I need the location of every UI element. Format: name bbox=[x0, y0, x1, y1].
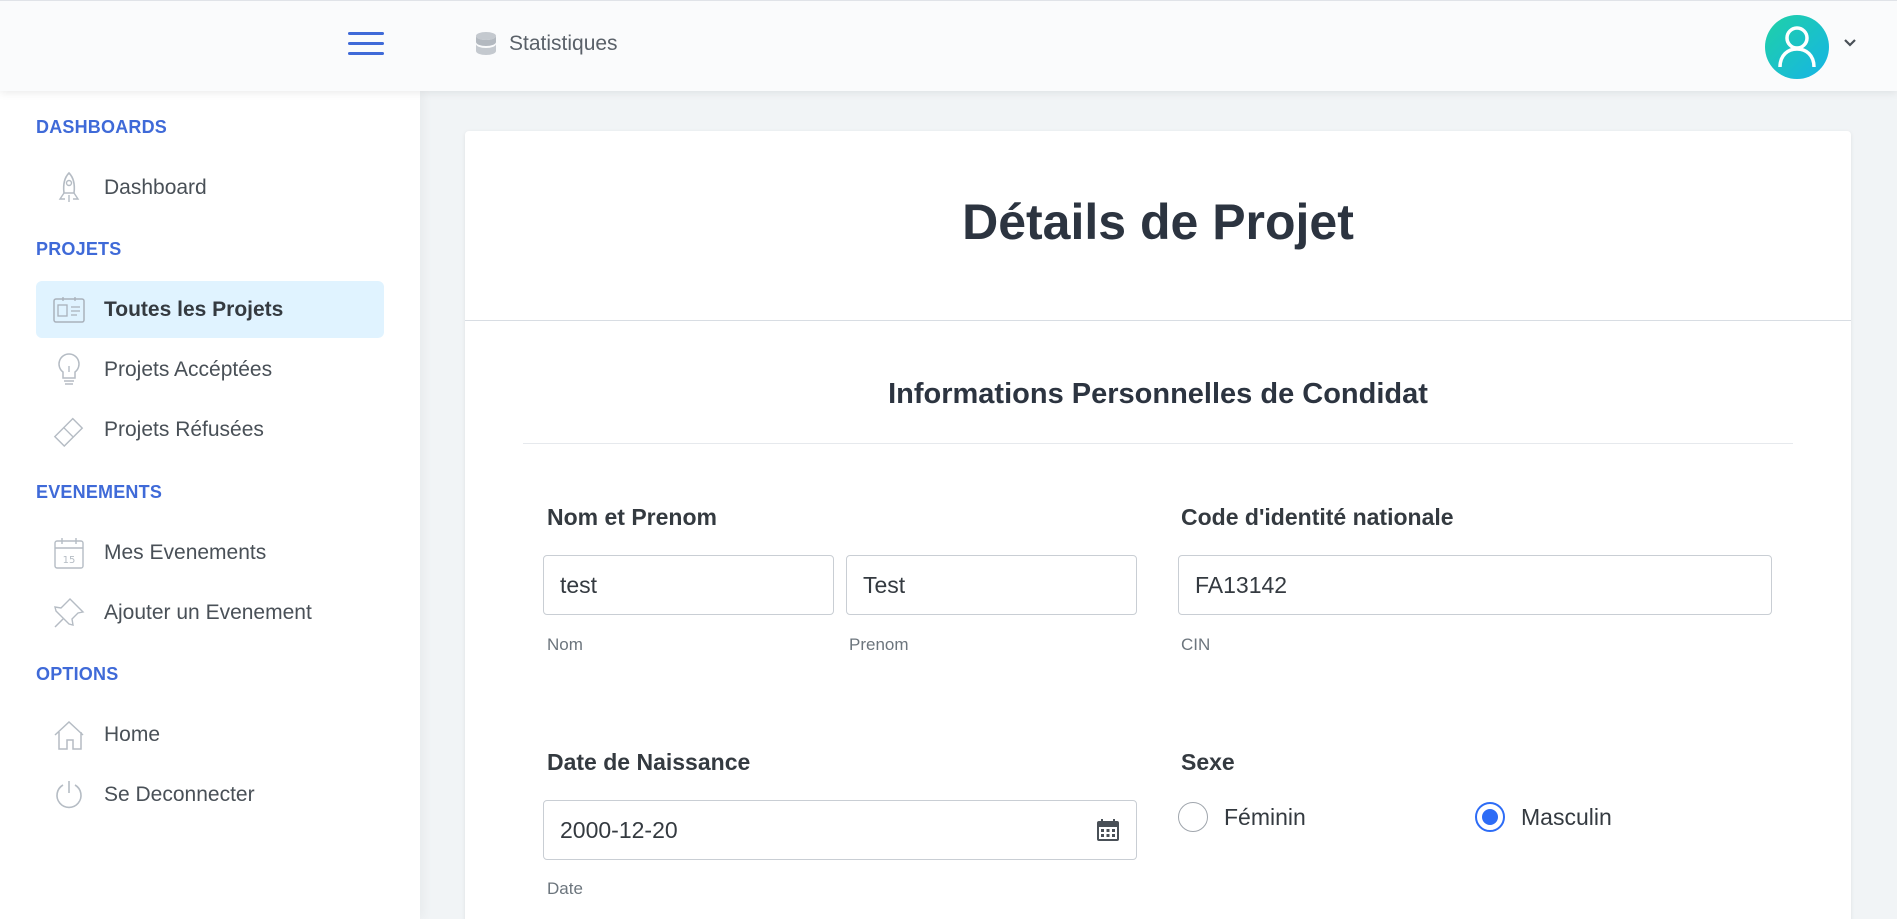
sidebar-section-projets: PROJETS bbox=[36, 239, 122, 259]
sidebar-item-home[interactable]: Home bbox=[36, 706, 384, 763]
rocket-icon bbox=[52, 171, 86, 205]
sidebar-item-label: Projets Réfusées bbox=[104, 417, 264, 441]
radio-masculin-circle[interactable] bbox=[1475, 802, 1505, 832]
radio-masculin[interactable]: Masculin bbox=[1475, 802, 1612, 832]
sidebar-section-options: OPTIONS bbox=[36, 664, 119, 684]
calendar-icon: 15 bbox=[52, 536, 86, 570]
sidebar-item-ajouter-evenement[interactable]: Ajouter un Evenement bbox=[36, 584, 384, 641]
sidebar-item-label: Home bbox=[104, 722, 161, 746]
project-details-card: Détails de Projet Informations Personnel… bbox=[465, 131, 1851, 919]
date-value: 2000-12-20 bbox=[560, 816, 678, 843]
nom-value: test bbox=[560, 571, 598, 598]
lightbulb-icon bbox=[52, 352, 86, 387]
radio-masculin-label: Masculin bbox=[1521, 803, 1612, 830]
cin-field[interactable]: FA13142 bbox=[1178, 555, 1772, 615]
menu-toggle-icon[interactable] bbox=[348, 32, 384, 58]
chevron-down-icon[interactable] bbox=[1842, 35, 1858, 56]
sidebar-item-label: Dashboard bbox=[104, 175, 207, 199]
power-icon bbox=[52, 778, 86, 812]
nom-help-text: Nom bbox=[547, 635, 583, 654]
sidebar-item-label: Projets Accéptées bbox=[104, 357, 273, 381]
sidebar-item-projets-acceptees[interactable]: Projets Accéptées bbox=[36, 341, 384, 398]
calendar-picker-icon[interactable] bbox=[1096, 818, 1120, 842]
date-naissance-field[interactable]: 2000-12-20 bbox=[543, 800, 1137, 860]
cin-help-text: CIN bbox=[1181, 635, 1211, 654]
sidebar-section-evenements: EVENEMENTS bbox=[36, 482, 163, 502]
cin-label: Code d'identité nationale bbox=[1181, 504, 1454, 530]
home-icon bbox=[52, 718, 86, 752]
sidebar-item-label: Se Deconnecter bbox=[104, 782, 255, 806]
section-divider bbox=[523, 443, 1793, 444]
eraser-icon bbox=[52, 413, 86, 447]
user-avatar[interactable] bbox=[1765, 15, 1829, 79]
sidebar-item-dashboard[interactable]: Dashboard bbox=[36, 159, 384, 216]
sidebar-item-label: Mes Evenements bbox=[104, 540, 267, 564]
nom-field[interactable]: test bbox=[543, 555, 834, 615]
sidebar-item-se-deconnecter[interactable]: Se Deconnecter bbox=[36, 766, 384, 823]
prenom-value: Test bbox=[863, 571, 906, 598]
page-title: Détails de Projet bbox=[962, 194, 1354, 250]
radio-feminin[interactable]: Féminin bbox=[1178, 802, 1306, 832]
date-help-text: Date bbox=[547, 879, 583, 898]
prenom-help-text: Prenom bbox=[849, 635, 909, 654]
sexe-label: Sexe bbox=[1181, 749, 1235, 775]
nom-prenom-label: Nom et Prenom bbox=[547, 504, 717, 530]
sidebar-item-mes-evenements[interactable]: 15 Mes Evenements bbox=[36, 524, 384, 581]
pin-icon bbox=[52, 596, 86, 630]
database-icon bbox=[476, 32, 496, 55]
radio-feminin-label: Féminin bbox=[1224, 803, 1306, 830]
sidebar-item-projets-refusees[interactable]: Projets Réfusées bbox=[36, 401, 384, 458]
date-naissance-label: Date de Naissance bbox=[547, 749, 751, 775]
prenom-field[interactable]: Test bbox=[846, 555, 1137, 615]
user-icon bbox=[1778, 26, 1816, 68]
cin-value: FA13142 bbox=[1195, 571, 1288, 598]
svg-text:15: 15 bbox=[63, 555, 76, 566]
radio-feminin-circle[interactable] bbox=[1178, 802, 1208, 832]
id-card-icon bbox=[52, 293, 86, 327]
title-divider bbox=[465, 320, 1851, 321]
sidebar-item-toutes-projets[interactable]: Toutes les Projets bbox=[36, 281, 384, 338]
sidebar: DASHBOARDS Dashboard PROJETS Toutes les … bbox=[0, 91, 420, 919]
section-heading: Informations Personnelles de Condidat bbox=[888, 378, 1428, 410]
top-header: Statistiques bbox=[0, 0, 1897, 91]
statistiques-link[interactable]: Statistiques bbox=[475, 31, 618, 57]
sidebar-item-label: Toutes les Projets bbox=[104, 297, 284, 321]
statistiques-label: Statistiques bbox=[509, 32, 618, 55]
sidebar-item-label: Ajouter un Evenement bbox=[104, 600, 312, 624]
sidebar-section-dashboards: DASHBOARDS bbox=[36, 117, 168, 137]
